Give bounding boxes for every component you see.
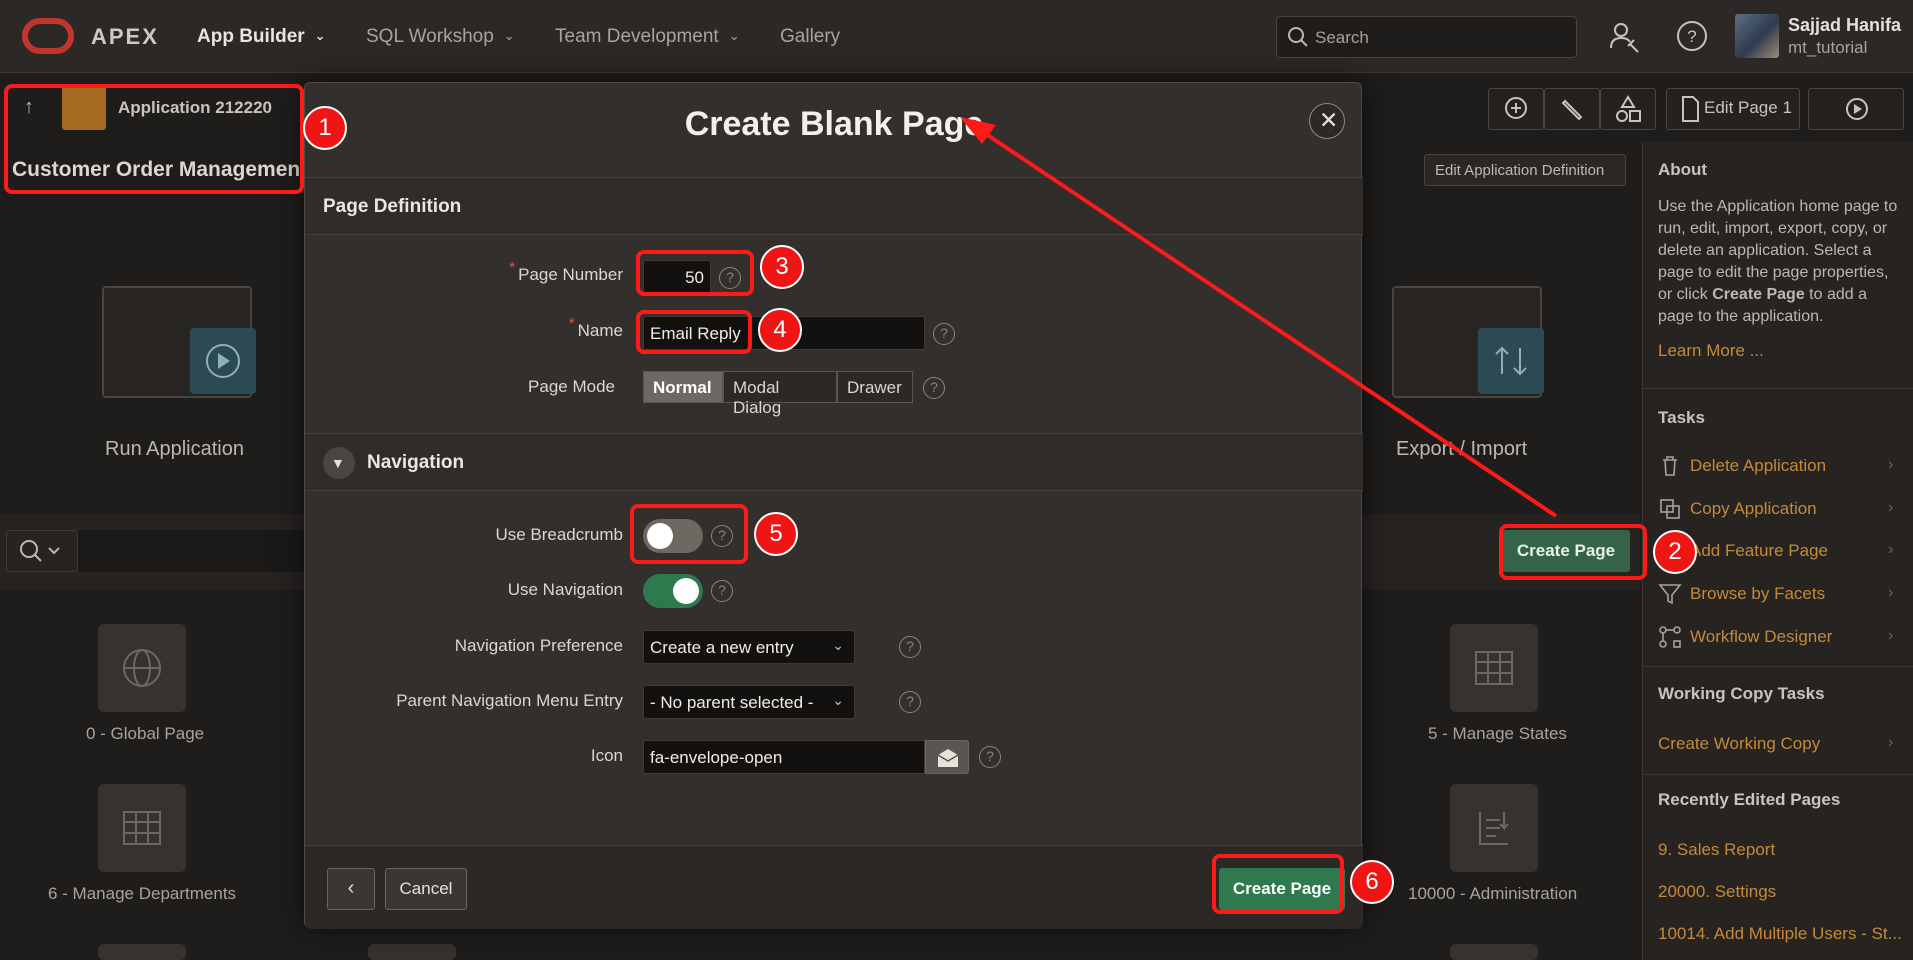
annotation-arrow	[960, 117, 1558, 518]
